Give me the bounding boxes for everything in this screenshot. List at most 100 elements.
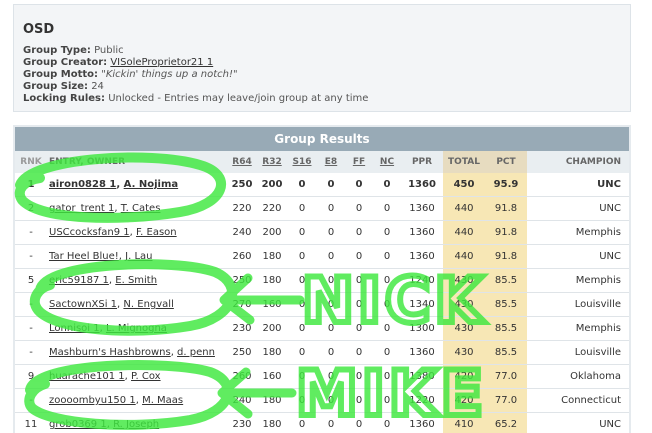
owner-link[interactable]: J. Lau (125, 251, 152, 262)
row-s16: 0 (287, 316, 317, 341)
row-total: 430 (443, 292, 485, 317)
entry-link[interactable]: zoooombyu150 1 (49, 395, 136, 406)
owner-link[interactable]: d. penn (177, 347, 215, 358)
row-total: 450 (443, 173, 485, 197)
group-info-panel: OSD Group Type: Public Group Creator: VI… (13, 4, 631, 112)
row-ppr: 1220 (401, 388, 443, 413)
row-r64: 260 (227, 244, 257, 269)
row-ppr: 1300 (401, 316, 443, 341)
table-row: - SactownXSi 1, N. Engvall 270 160 0 0 0… (15, 292, 629, 317)
row-e8: 0 (317, 316, 345, 341)
owner-link[interactable]: R. Joseph (113, 419, 159, 430)
header-ff[interactable]: FF (345, 151, 373, 173)
entry-link[interactable]: USCcocksfan9 1 (49, 227, 130, 238)
header-pct: PCT (485, 151, 527, 173)
row-nc: 0 (373, 220, 401, 245)
group-size-label: Group Size: (23, 81, 88, 92)
row-ff: 0 (345, 388, 373, 413)
row-rank: - (15, 244, 47, 269)
row-r32: 200 (257, 316, 287, 341)
group-locking-value: Unlocked - Entries may leave/join group … (108, 93, 369, 104)
table-row: 11 grob0369 1, R. Joseph 230 180 0 0 0 0… (15, 412, 629, 433)
row-r32: 180 (257, 388, 287, 413)
table-row: 9 huarache101 1, P. Cox 260 160 0 0 0 0 … (15, 364, 629, 389)
row-e8: 0 (317, 244, 345, 269)
row-total: 430 (443, 340, 485, 365)
group-results-title: Group Results (15, 127, 629, 151)
entry-link[interactable]: Tar Heel Blue! (49, 251, 119, 262)
row-pct: 85.5 (485, 292, 527, 317)
owner-link[interactable]: E. Smith (115, 275, 157, 286)
row-r32: 180 (257, 340, 287, 365)
row-champion: UNC (527, 173, 629, 197)
row-e8: 0 (317, 196, 345, 221)
row-r64: 230 (227, 316, 257, 341)
row-r32: 200 (257, 173, 287, 197)
entry-link[interactable]: Mashburn's Hashbrowns (49, 347, 171, 358)
entry-link[interactable]: eric59187 1 (49, 275, 109, 286)
group-creator-link[interactable]: VISoleProprietor21 1 (110, 57, 213, 68)
header-e8[interactable]: E8 (317, 151, 345, 173)
row-entry-owner: eric59187 1, E. Smith (47, 268, 227, 293)
entry-link[interactable]: huarache101 1 (49, 371, 125, 382)
owner-link[interactable]: P. Cox (131, 371, 161, 382)
owner-link[interactable]: N. Engvall (123, 299, 173, 310)
owner-link[interactable]: T. Cates (121, 203, 161, 214)
row-r64: 220 (227, 196, 257, 221)
row-entry-owner: Mashburn's Hashbrowns, d. penn (47, 340, 227, 365)
row-r64: 270 (227, 292, 257, 317)
header-r64[interactable]: R64 (227, 151, 257, 173)
row-ff: 0 (345, 364, 373, 389)
entry-link[interactable]: gator_trent 1 (49, 203, 114, 214)
row-e8: 0 (317, 220, 345, 245)
row-r64: 240 (227, 220, 257, 245)
owner-link[interactable]: A. Nojima (124, 179, 178, 190)
row-s16: 0 (287, 388, 317, 413)
owner-link[interactable]: M. Maas (142, 395, 183, 406)
entry-link[interactable]: Lonnisoi 1 (49, 323, 100, 334)
row-e8: 0 (317, 268, 345, 293)
row-e8: 0 (317, 340, 345, 365)
row-ppr: 1380 (401, 364, 443, 389)
entry-link[interactable]: airon0828 1 (49, 179, 116, 190)
row-pct: 65.2 (485, 412, 527, 433)
header-rnk: RNK (15, 151, 47, 173)
row-ff: 0 (345, 292, 373, 317)
row-entry-owner: USCcocksfan9 1, F. Eason (47, 220, 227, 245)
row-champion: UNC (527, 412, 629, 433)
row-pct: 85.5 (485, 268, 527, 293)
row-r64: 240 (227, 388, 257, 413)
group-locking-line: Locking Rules: Unlocked - Entries may le… (23, 93, 630, 105)
group-type-value: Public (94, 45, 124, 56)
owner-link[interactable]: F. Eason (136, 227, 177, 238)
row-e8: 0 (317, 173, 345, 197)
row-champion: UNC (527, 244, 629, 269)
row-nc: 0 (373, 292, 401, 317)
entry-link[interactable]: SactownXSi 1 (49, 299, 117, 310)
row-s16: 0 (287, 340, 317, 365)
row-rank: - (15, 340, 47, 365)
row-champion: UNC (527, 196, 629, 221)
entry-link[interactable]: grob0369 1 (49, 419, 107, 430)
row-s16: 0 (287, 364, 317, 389)
owner-link[interactable]: L. Mignogna (106, 323, 167, 334)
row-nc: 0 (373, 340, 401, 365)
row-ppr: 1360 (401, 173, 443, 197)
row-ppr: 1340 (401, 292, 443, 317)
header-nc[interactable]: NC (373, 151, 401, 173)
group-locking-label: Locking Rules: (23, 93, 105, 104)
header-s16[interactable]: S16 (287, 151, 317, 173)
row-nc: 0 (373, 316, 401, 341)
row-nc: 0 (373, 244, 401, 269)
row-champion: Louisville (527, 340, 629, 365)
row-r64: 250 (227, 173, 257, 197)
row-rank: 11 (15, 412, 47, 433)
row-nc: 0 (373, 364, 401, 389)
row-pct: 77.0 (485, 364, 527, 389)
table-row: - Tar Heel Blue!, J. Lau 260 180 0 0 0 0… (15, 244, 629, 269)
row-ppr: 1240 (401, 268, 443, 293)
header-r32[interactable]: R32 (257, 151, 287, 173)
row-r64: 250 (227, 340, 257, 365)
results-table: RNK ENTRY, OWNER R64 R32 S16 E8 FF NC PP… (15, 151, 629, 433)
header-ppr: PPR (401, 151, 443, 173)
